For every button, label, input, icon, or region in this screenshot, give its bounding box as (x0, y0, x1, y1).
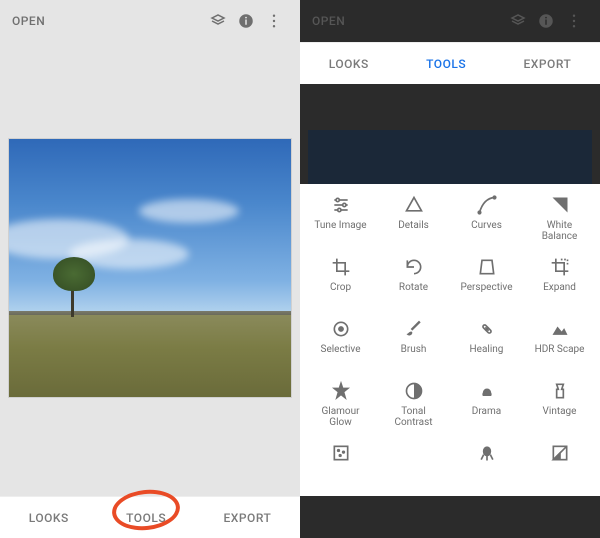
crop-icon (330, 256, 352, 278)
tool-label: Tune Image (314, 220, 366, 231)
tool-tonal-contrast[interactable]: Tonal Contrast (377, 380, 450, 442)
expand-icon (549, 256, 571, 278)
more-icon[interactable] (560, 7, 588, 35)
tool-black-white[interactable] (523, 442, 596, 496)
retrolux-icon (403, 442, 425, 464)
left-topbar: OPEN (0, 0, 300, 42)
hdr-scape-icon (549, 318, 571, 340)
tool-drama[interactable]: Drama (450, 380, 523, 442)
tab-export[interactable]: EXPORT (524, 57, 572, 71)
selective-icon (330, 318, 352, 340)
tab-tools[interactable]: TOOLS (426, 57, 466, 71)
tool-expand[interactable]: Expand (523, 256, 596, 318)
tool-label: Crop (330, 282, 351, 293)
tool-label: Healing (470, 344, 504, 355)
tab-looks[interactable]: LOOKS (329, 57, 369, 71)
tool-label: Glamour Glow (321, 406, 359, 428)
tool-label: Perspective (460, 282, 512, 293)
tool-details[interactable]: Details (377, 194, 450, 256)
tool-grainy-film[interactable] (304, 442, 377, 496)
perspective-icon (476, 256, 498, 278)
rotate-icon (403, 256, 425, 278)
tool-white-balance[interactable]: White Balance (523, 194, 596, 256)
tonal-contrast-icon (403, 380, 425, 402)
tool-label: Drama (472, 406, 501, 417)
tool-crop[interactable]: Crop (304, 256, 377, 318)
tab-export[interactable]: EXPORT (224, 511, 272, 525)
tool-rotate[interactable]: Rotate (377, 256, 450, 318)
tab-looks[interactable]: LOOKS (29, 511, 69, 525)
tool-label: Brush (401, 344, 427, 355)
open-button[interactable]: OPEN (312, 14, 345, 28)
info-icon[interactable] (532, 7, 560, 35)
right-topbar: OPEN (300, 0, 600, 42)
more-icon[interactable] (260, 7, 288, 35)
tab-tools[interactable]: TOOLS (126, 511, 166, 525)
tool-label: HDR Scape (535, 344, 585, 355)
brush-icon (403, 318, 425, 340)
tool-label: Tonal Contrast (394, 406, 432, 428)
tool-healing[interactable]: Healing (450, 318, 523, 380)
right-screenshot: OPEN Tune Image Details Curves White Balanc… (300, 0, 600, 538)
tool-label: Curves (471, 220, 502, 231)
tool-label: White Balance (542, 220, 578, 242)
tool-perspective[interactable]: Perspective (450, 256, 523, 318)
white-balance-icon (549, 194, 571, 216)
details-icon (403, 194, 425, 216)
drama-icon (476, 380, 498, 402)
edited-photo[interactable] (8, 138, 292, 398)
black-white-icon (549, 442, 571, 464)
left-canvas (0, 42, 300, 496)
undo-stack-icon[interactable] (204, 7, 232, 35)
tool-label: Details (398, 220, 429, 231)
tool-label: Expand (543, 282, 576, 293)
tool-vintage[interactable]: Vintage (523, 380, 596, 442)
tune-image-icon (330, 194, 352, 216)
tool-selective[interactable]: Selective (304, 318, 377, 380)
tool-brush[interactable]: Brush (377, 318, 450, 380)
vintage-icon (549, 380, 571, 402)
tools-sheet: Tune Image Details Curves White Balance Crop… (300, 184, 600, 496)
tool-grunge[interactable] (450, 442, 523, 496)
grainy-film-icon (330, 442, 352, 464)
right-bottom-nav: LOOKS TOOLS EXPORT (300, 42, 600, 84)
open-button[interactable]: OPEN (12, 14, 45, 28)
tool-glamour-glow[interactable]: Glamour Glow (304, 380, 377, 442)
curves-icon (476, 194, 498, 216)
tool-curves[interactable]: Curves (450, 194, 523, 256)
info-icon[interactable] (232, 7, 260, 35)
tool-label: Vintage (543, 406, 577, 417)
tool-hdr-scape[interactable]: HDR Scape (523, 318, 596, 380)
tool-tune-image[interactable]: Tune Image (304, 194, 377, 256)
tool-retrolux[interactable] (377, 442, 450, 496)
healing-icon (476, 318, 498, 340)
tool-label: Selective (321, 344, 361, 355)
tool-label: Rotate (399, 282, 428, 293)
undo-stack-icon[interactable] (504, 7, 532, 35)
glamour-glow-icon (330, 380, 352, 402)
left-screenshot: OPEN LOOKS TOOLS EXPORT (0, 0, 300, 538)
left-bottom-nav: LOOKS TOOLS EXPORT (0, 496, 300, 538)
grunge-icon (476, 442, 498, 464)
